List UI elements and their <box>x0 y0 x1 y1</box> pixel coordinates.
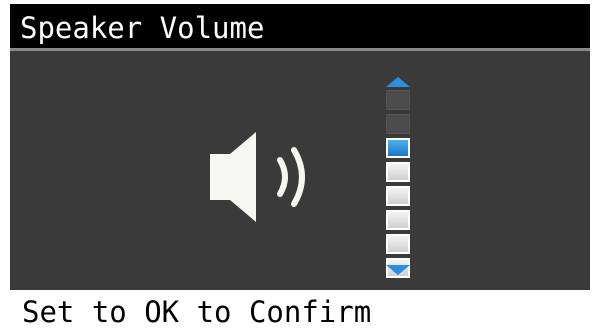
device-screen: Speaker Volume Set to OK to Confirm <box>10 4 590 332</box>
volume-up-arrow-icon[interactable] <box>385 76 411 88</box>
volume-segment-3 <box>386 210 410 230</box>
volume-segment-6 <box>386 138 410 158</box>
speaker-volume-icon <box>210 132 305 222</box>
volume-segment-2 <box>386 234 410 254</box>
volume-segment-5 <box>386 162 410 182</box>
confirm-instruction: Set to OK to Confirm <box>10 290 590 332</box>
volume-segment-4 <box>386 186 410 206</box>
volume-down-arrow-icon[interactable] <box>385 264 411 276</box>
volume-segments <box>386 90 410 282</box>
volume-level-bar[interactable] <box>384 76 414 278</box>
volume-segment-7 <box>386 114 410 134</box>
volume-segment-8 <box>386 90 410 110</box>
title-divider <box>10 48 590 51</box>
page-title: Speaker Volume <box>10 4 590 48</box>
